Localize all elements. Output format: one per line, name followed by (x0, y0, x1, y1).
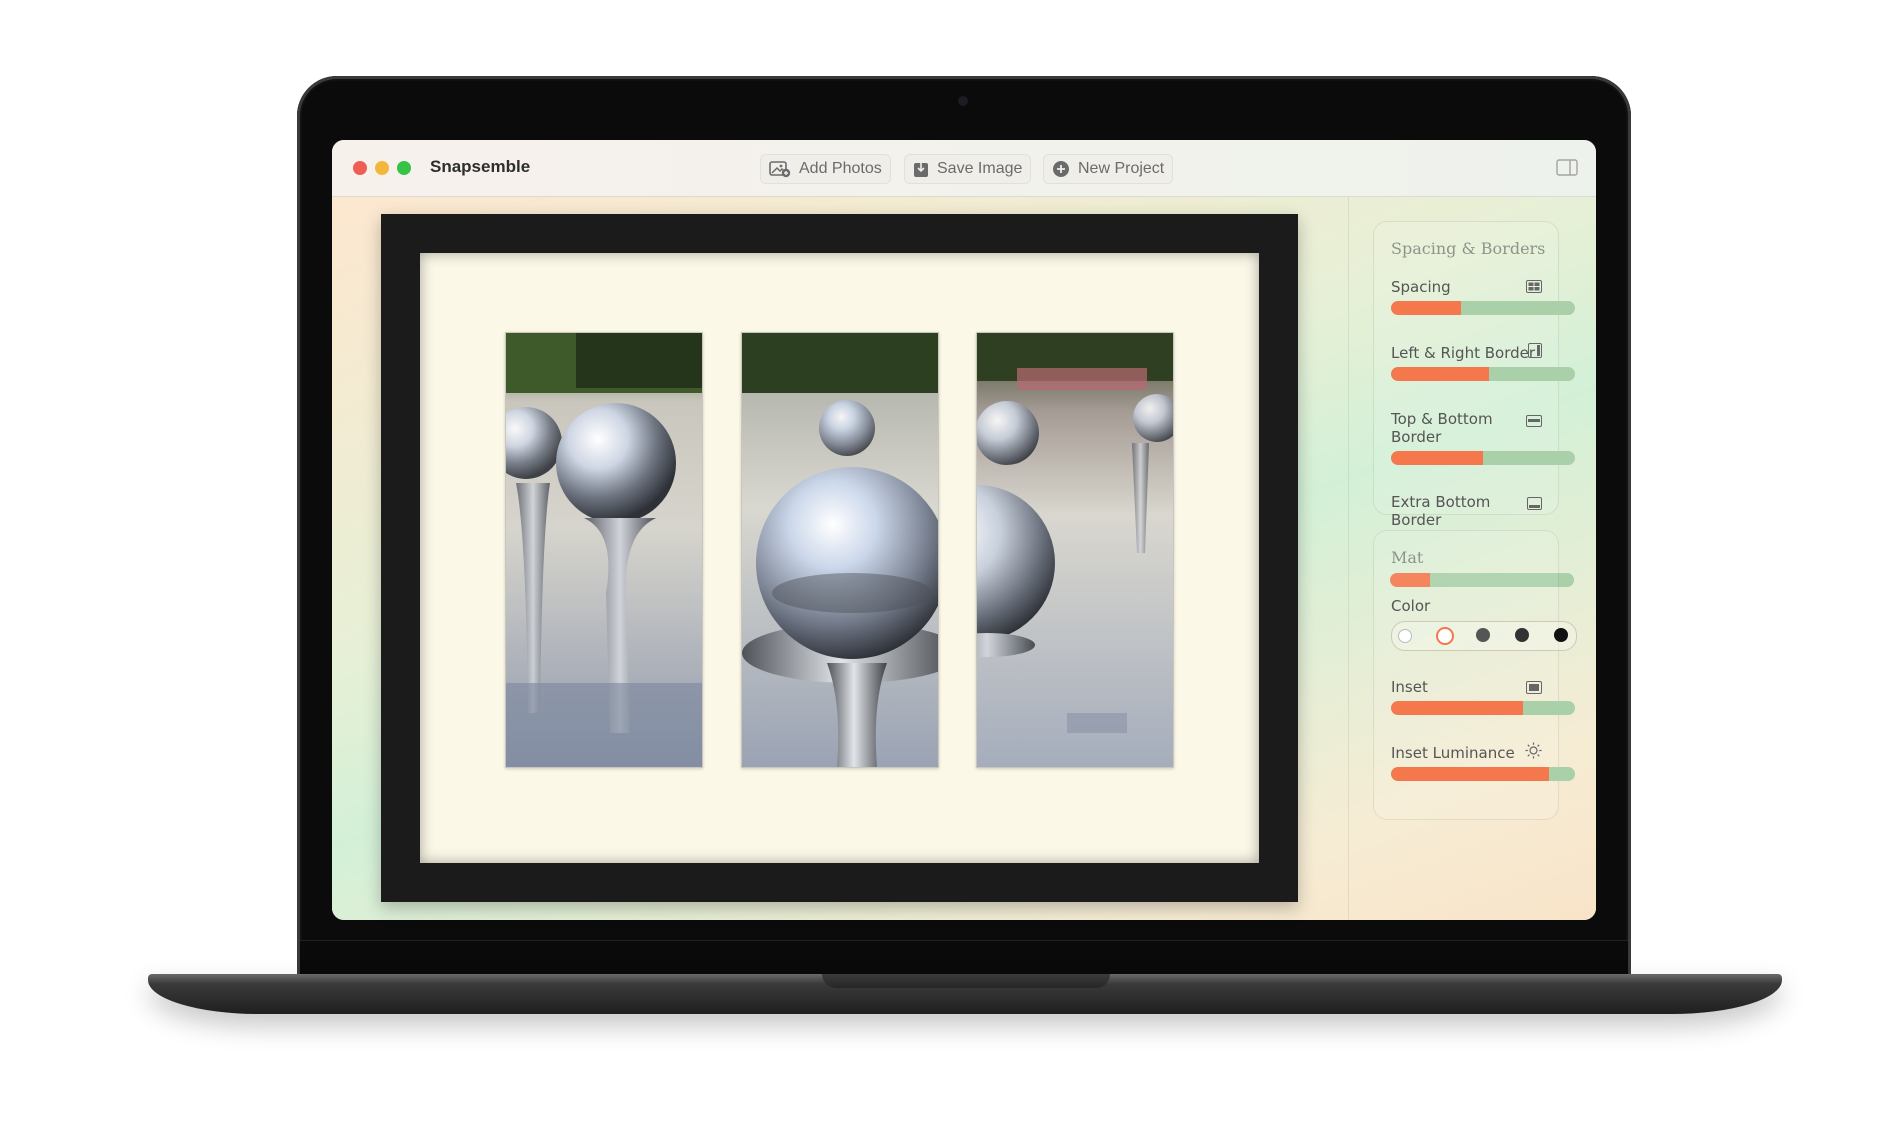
inset-luminance-slider[interactable] (1391, 767, 1575, 781)
camera-icon (958, 96, 968, 106)
save-icon (913, 160, 929, 178)
spacing-slider[interactable] (1391, 301, 1575, 315)
bottom-border-icon (1527, 495, 1542, 514)
inset-slider[interactable] (1391, 701, 1575, 715)
add-photos-button[interactable]: Add Photos (760, 154, 891, 184)
new-project-button[interactable]: New Project (1043, 154, 1174, 184)
laptop-chin (300, 940, 1628, 977)
inset-icon (1526, 679, 1542, 698)
left-right-border-slider[interactable] (1391, 367, 1575, 381)
new-project-label: New Project (1078, 160, 1165, 177)
save-image-button[interactable]: Save Image (904, 154, 1032, 184)
mat-color-picker (1391, 621, 1577, 651)
color-swatch-selected[interactable] (1436, 627, 1454, 645)
title-bar: Snapsemble Add Photos Save Image New Pro… (332, 140, 1596, 197)
minimize-window-button[interactable] (375, 161, 389, 175)
laptop-notch (822, 974, 1110, 988)
photo-1[interactable] (505, 332, 703, 768)
inspector-sidebar: Spacing & Borders Spacing Left & Right B… (1348, 197, 1596, 920)
grid-icon (1526, 278, 1542, 297)
color-swatch-black[interactable] (1554, 628, 1568, 642)
mat-panel: Mat Color Inset Inset Luminance (1373, 530, 1577, 820)
inset-label: Inset (1391, 678, 1428, 696)
plus-circle-icon (1052, 160, 1070, 178)
extra-bottom-border-label: Extra Bottom Border (1391, 493, 1491, 529)
top-bottom-border-label: Top & Bottom Border (1391, 410, 1493, 446)
color-swatch-white[interactable] (1398, 629, 1412, 643)
left-right-border-label: Left & Right Border (1391, 344, 1536, 362)
inset-luminance-label: Inset Luminance (1391, 744, 1515, 762)
top-border-icon (1526, 412, 1542, 431)
save-image-label: Save Image (937, 160, 1023, 177)
add-photos-label: Add Photos (799, 160, 882, 177)
app-title: Snapsemble (430, 157, 531, 176)
panel-title: Spacing & Borders (1391, 239, 1546, 258)
side-border-icon (1528, 343, 1542, 362)
spacing-label: Spacing (1391, 278, 1451, 296)
photo-3[interactable] (976, 332, 1174, 768)
add-photo-icon (769, 160, 791, 178)
panel-title: Mat (1391, 548, 1424, 567)
close-window-button[interactable] (353, 161, 367, 175)
sun-icon (1525, 742, 1542, 763)
photo-2[interactable] (741, 332, 939, 768)
spacing-borders-panel: Spacing & Borders Spacing Left & Right B… (1373, 221, 1575, 529)
color-swatch-dark[interactable] (1515, 628, 1529, 642)
top-bottom-border-slider[interactable] (1391, 451, 1575, 465)
color-swatch-gray[interactable] (1476, 628, 1490, 642)
zoom-window-button[interactable] (397, 161, 411, 175)
sidebar-toggle-icon[interactable] (1556, 159, 1578, 180)
color-label: Color (1391, 597, 1431, 615)
